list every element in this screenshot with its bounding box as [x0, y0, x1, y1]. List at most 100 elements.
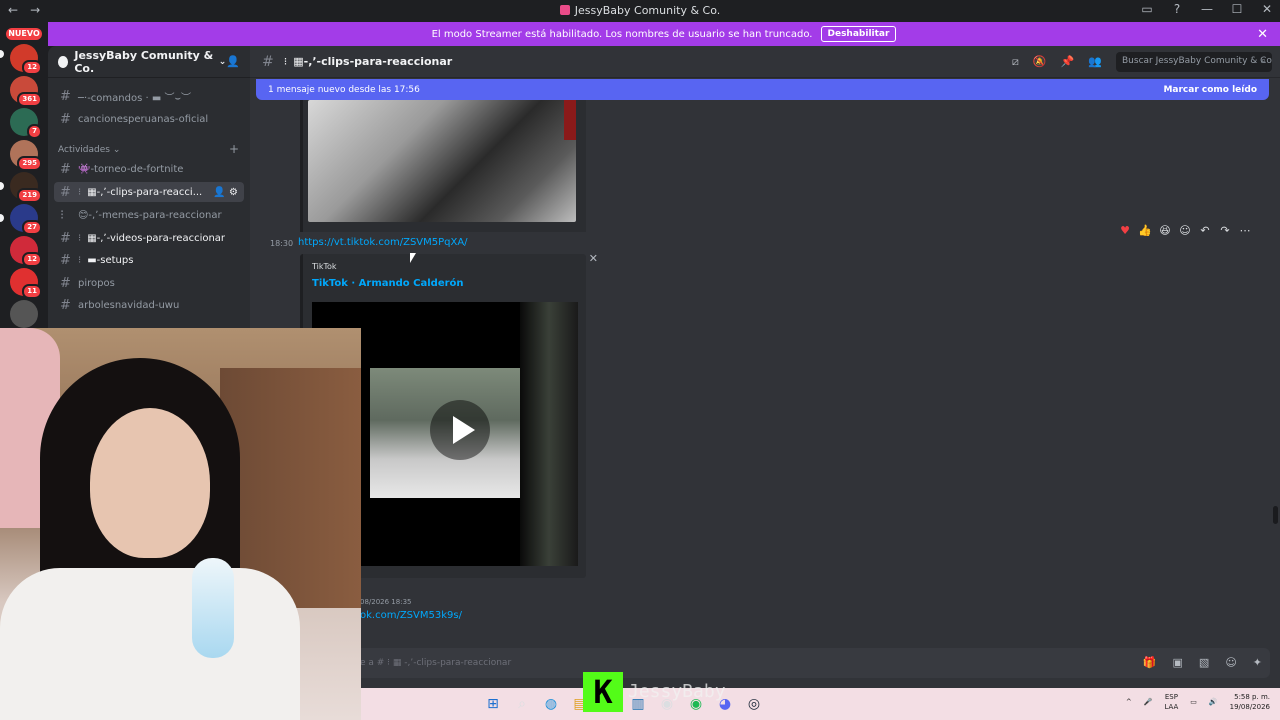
minimize-button[interactable]: —: [1200, 2, 1214, 16]
server-name: JessyBaby Comunity & Co.: [74, 48, 214, 75]
server-list: NUEVO 12 361 7 295 219 27 12 11: [0, 22, 48, 328]
language-indicator[interactable]: ESP LAA: [1164, 692, 1178, 712]
server-icon[interactable]: 361: [10, 76, 42, 107]
embed-thumbnail[interactable]: [308, 100, 576, 222]
category-actividades[interactable]: Actividades ⌄: [58, 145, 120, 155]
search-icon: ⌕: [1260, 56, 1266, 66]
embed-title[interactable]: TikTok · Armando Calderón: [312, 278, 464, 289]
microphone: [192, 558, 234, 658]
unread-pill: [0, 50, 4, 58]
gift-icon[interactable]: 🎁: [1143, 656, 1157, 669]
channel-comandos[interactable]: # ─·-comandos · ▬ ︶⌣︶: [54, 86, 244, 106]
hash-icon: #: [262, 53, 274, 70]
message-timestamp: 18:30: [270, 239, 294, 248]
server-icon[interactable]: 295: [10, 140, 42, 171]
channel-header: # ⁝ ▦-,ʼ-clips-para-reaccionar ⧄ 🔕 📌 👥 B…: [250, 46, 1280, 78]
mic-tray-icon[interactable]: 🎤: [1144, 698, 1153, 706]
threads-icon[interactable]: ⧄: [1012, 55, 1019, 69]
server-icon[interactable]: 12: [10, 236, 42, 267]
mention-badge: 11: [22, 284, 42, 299]
volume-icon[interactable]: 🔊: [1209, 698, 1218, 706]
server-header[interactable]: JessyBaby Comunity & Co. ⌄ 👤: [48, 46, 250, 78]
channel-memes[interactable]: ⁝ 😊-,ʼ-memes-para-reaccionar: [54, 205, 244, 225]
composer-icons: 🎁 ▣ ▧ ☺ ✦: [1143, 656, 1262, 669]
message-timestamp-2: 08/2026 18:35: [360, 598, 412, 606]
webcam-shirt: [0, 568, 300, 720]
channel-torneo[interactable]: # 👾-torneo-de-fortnite: [54, 159, 244, 179]
forward-icon[interactable]: ↷: [1218, 224, 1232, 237]
close-icon[interactable]: ✕: [589, 252, 598, 265]
video-side: [520, 302, 578, 566]
steam-icon[interactable]: ◎: [746, 696, 762, 712]
reply-icon[interactable]: ↶: [1198, 224, 1212, 237]
clock[interactable]: 5:58 p. m. 19/08/2026: [1230, 692, 1270, 712]
gif-icon[interactable]: ▣: [1173, 656, 1183, 669]
mention-badge: 12: [22, 252, 42, 267]
hash-icon: #: [60, 88, 71, 104]
inbox-icon[interactable]: ▭: [1140, 2, 1154, 16]
webcam-overlay: [0, 328, 361, 720]
embed-provider: TikTok: [312, 262, 337, 271]
server-icon[interactable]: 7: [10, 108, 42, 139]
laugh-icon[interactable]: 😆: [1158, 224, 1172, 237]
play-icon[interactable]: [430, 400, 490, 460]
heart-reaction-icon[interactable]: ♥: [1118, 224, 1132, 237]
members-icon[interactable]: 👥: [1088, 55, 1102, 69]
new-messages-bar[interactable]: 1 mensaje nuevo desde las 17:56 Marcar c…: [256, 79, 1269, 100]
channel-name: ▦-,ʼ-clips-para-reaccionar: [293, 55, 453, 68]
maximize-button[interactable]: ☐: [1230, 2, 1244, 16]
channel-arboles[interactable]: # arbolesnavidad-uwu: [54, 295, 244, 315]
server-icon[interactable]: [10, 300, 38, 328]
hash-icon: #: [60, 111, 71, 127]
hash-icon: #: [60, 252, 71, 268]
server-icon[interactable]: 11: [10, 268, 42, 299]
channel-canciones[interactable]: # cancionesperuanas-oficial: [54, 109, 244, 129]
start-icon[interactable]: ⊞: [485, 696, 501, 712]
more-icon[interactable]: ⋯: [1238, 224, 1252, 237]
channel-clips[interactable]: # ⁝ ▦-,ʼ-clips-para-reacci... 👤 ⚙: [54, 182, 244, 202]
thumbs-up-icon[interactable]: 👍: [1138, 224, 1152, 237]
network-icon[interactable]: ▭: [1190, 698, 1197, 706]
new-badge[interactable]: NUEVO: [6, 28, 42, 40]
webcam-face: [90, 408, 210, 558]
channel-settings-icons[interactable]: 👤 ⚙: [213, 187, 238, 198]
notification-bell-icon[interactable]: 🔕: [1033, 55, 1047, 69]
window-title: JessyBaby Comunity & Co.: [0, 4, 1280, 17]
channel-videos[interactable]: # ⁝ ▦-,ʼ-videos-para-reaccionar: [54, 228, 244, 248]
chat-area: # ⁝ ▦-,ʼ-clips-para-reaccionar ⧄ 🔕 📌 👥 B…: [250, 46, 1280, 688]
tray-chevron-icon[interactable]: ^: [1126, 698, 1132, 706]
window-controls: ▭ ? — ☐ ✕: [1140, 2, 1274, 16]
server-icon[interactable]: 12: [10, 44, 42, 75]
search-input[interactable]: Buscar JessyBaby Comunity & Co. ⌕: [1116, 52, 1272, 72]
message-composer[interactable]: e a # ⁝ ▦ -,ʼ-clips-para-reaccionar 🎁 ▣ …: [350, 648, 1270, 678]
new-messages-text: 1 mensaje nuevo desde las 17:56: [268, 84, 420, 95]
close-window-button[interactable]: ✕: [1260, 2, 1274, 16]
hash-icon: #: [60, 230, 71, 246]
mark-read-button[interactable]: Marcar como leído: [1163, 85, 1257, 95]
apps-icon[interactable]: ✦: [1253, 656, 1262, 669]
emoji-icon[interactable]: ☺: [1225, 656, 1236, 669]
search-icon[interactable]: ⌕: [514, 696, 530, 712]
taskbar: ⊞ ⌕ ◍ ▤ ◘ ▥ ◉ ◉ ◕ ◎ ^ 🎤 ESPLAA ▭ 🔊 5:58 …: [361, 688, 1280, 720]
mention-badge: 27: [22, 220, 42, 235]
sticker-icon[interactable]: ▧: [1199, 656, 1209, 669]
disable-button[interactable]: Deshabilitar: [820, 26, 897, 42]
invite-icon[interactable]: 👤: [226, 55, 240, 68]
close-icon[interactable]: ✕: [1257, 27, 1268, 42]
scrollbar[interactable]: [1273, 506, 1278, 524]
channel-setups[interactable]: # ⁝ ▬-setups: [54, 250, 244, 270]
add-channel-icon[interactable]: +: [229, 142, 239, 156]
help-icon[interactable]: ?: [1170, 2, 1184, 16]
channel-piropos[interactable]: # piropos: [54, 273, 244, 293]
add-reaction-icon[interactable]: ☺: [1178, 224, 1192, 237]
server-icon[interactable]: 219: [10, 172, 42, 203]
pin-icon[interactable]: 📌: [1061, 55, 1075, 69]
message-link-2[interactable]: ok.com/ZSVM53k9s/: [360, 610, 462, 621]
edge-icon[interactable]: ◍: [543, 696, 559, 712]
header-icons: ⧄ 🔕 📌 👥: [1012, 55, 1102, 69]
channel-sidebar: JessyBaby Comunity & Co. ⌄ 👤 # ─·-comando…: [48, 46, 250, 328]
server-icon[interactable]: 27: [10, 204, 42, 235]
message-link[interactable]: https://vt.tiktok.com/ZSVM5PqXA/: [298, 237, 468, 248]
mention-badge: 361: [17, 92, 42, 107]
thread-icon: ⁝: [283, 55, 288, 68]
